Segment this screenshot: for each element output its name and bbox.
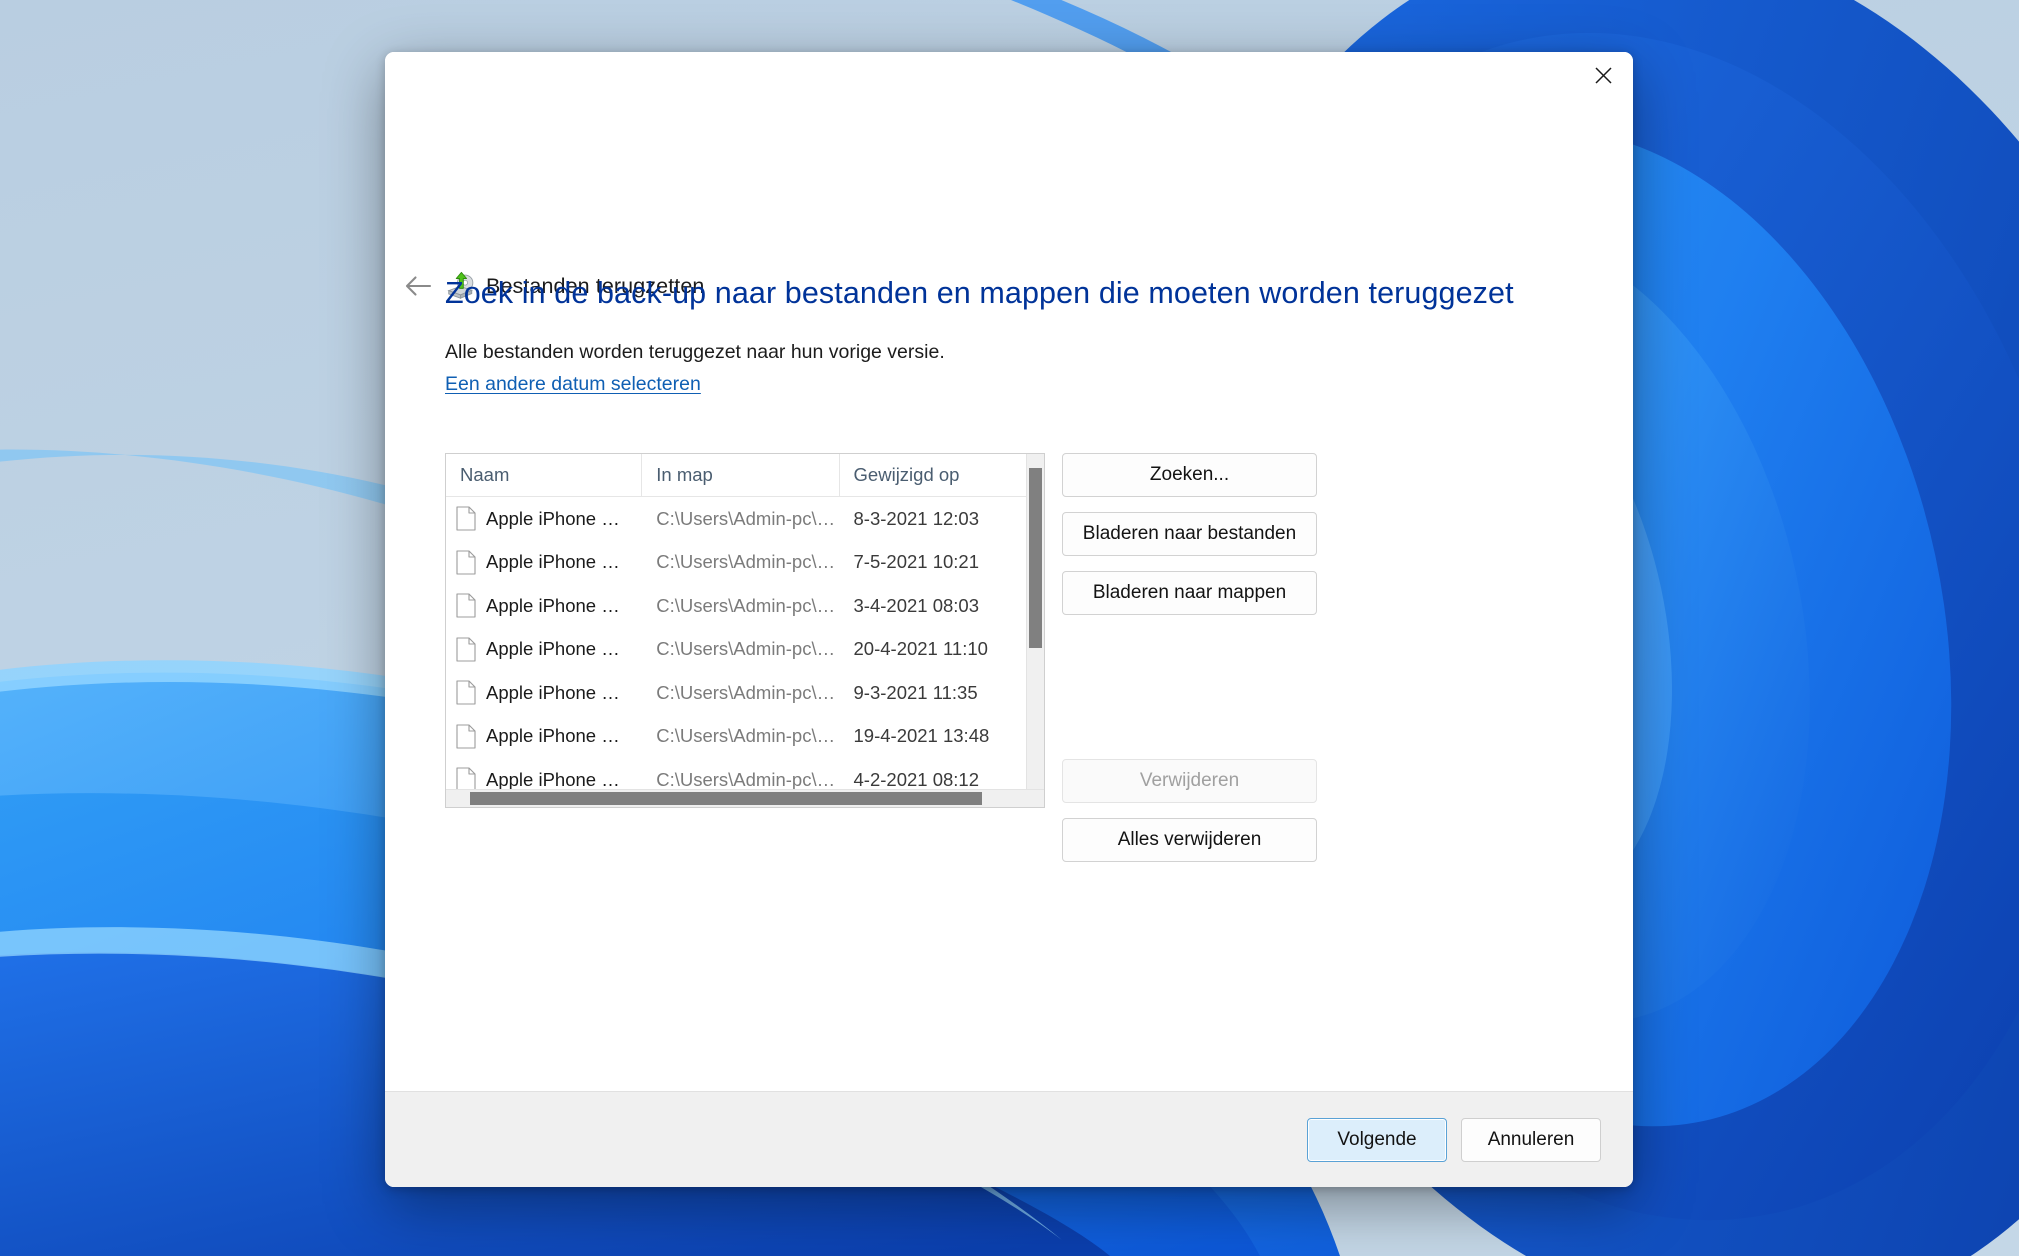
cell-name: Apple iPhone … bbox=[446, 680, 642, 705]
file-name-text: Apple iPhone … bbox=[486, 551, 620, 573]
select-other-date-link[interactable]: Een andere datum selecteren bbox=[445, 373, 701, 396]
table-row[interactable]: Apple iPhone … C:\Users\Admin-pc\… 20-4-20… bbox=[446, 628, 1026, 672]
table-row[interactable]: Apple iPhone … C:\Users\Admin-pc\… 9-3-202… bbox=[446, 671, 1026, 715]
side-button-group-bottom: Verwijderen Alles verwijderen bbox=[1062, 759, 1317, 862]
file-icon bbox=[456, 637, 476, 662]
file-icon bbox=[456, 550, 476, 575]
browse-files-button[interactable]: Bladeren naar bestanden bbox=[1062, 512, 1317, 556]
file-icon bbox=[456, 593, 476, 618]
table-row[interactable]: Apple iPhone … C:\Users\Admin-pc\… 8-3-202… bbox=[446, 497, 1026, 541]
file-name-text: Apple iPhone … bbox=[486, 594, 620, 616]
file-icon bbox=[456, 724, 476, 749]
cell-folder: C:\Users\Admin-pc\… bbox=[656, 681, 836, 703]
cell-folder: C:\Users\Admin-pc\… bbox=[656, 768, 836, 789]
side-button-group-top: Zoeken... Bladeren naar bestanden Blader… bbox=[1062, 453, 1317, 615]
cell-folder: C:\Users\Admin-pc\… bbox=[656, 551, 836, 573]
dialog-body: Bestanden terugzetten Zoek in de back-up… bbox=[385, 156, 1633, 1091]
column-header-folder[interactable]: In map bbox=[642, 454, 840, 496]
cell-name: Apple iPhone … bbox=[446, 593, 642, 618]
cell-name: Apple iPhone … bbox=[446, 767, 642, 789]
file-list-header: Naam In map Gewijzigd op bbox=[446, 454, 1026, 497]
table-row[interactable]: Apple iPhone … C:\Users\Admin-pc\… 19-4-20… bbox=[446, 715, 1026, 759]
restore-files-dialog: Bestanden terugzetten Zoek in de back-up… bbox=[385, 52, 1633, 1187]
cell-name: Apple iPhone … bbox=[446, 724, 642, 749]
file-icon bbox=[456, 680, 476, 705]
cell-folder: C:\Users\Admin-pc\… bbox=[656, 725, 836, 747]
cell-modified: 20-4-2021 11:10 bbox=[853, 638, 988, 660]
file-icon bbox=[456, 506, 476, 531]
back-button[interactable] bbox=[396, 264, 440, 308]
table-row[interactable]: Apple iPhone … C:\Users\Admin-pc\… 7-5-202… bbox=[446, 541, 1026, 585]
back-arrow-icon bbox=[405, 276, 432, 296]
vertical-scrollbar[interactable] bbox=[1026, 454, 1044, 789]
cell-name: Apple iPhone … bbox=[446, 637, 642, 662]
cell-modified: 4-2-2021 08:12 bbox=[853, 768, 980, 789]
table-row[interactable]: Apple iPhone … C:\Users\Admin-pc\… 3-4-202… bbox=[446, 584, 1026, 628]
cell-modified: 19-4-2021 13:48 bbox=[853, 725, 990, 747]
file-name-text: Apple iPhone … bbox=[486, 681, 620, 703]
cell-modified: 3-4-2021 08:03 bbox=[853, 594, 980, 616]
dialog-footer: Volgende Annuleren bbox=[385, 1091, 1633, 1187]
cell-name: Apple iPhone … bbox=[446, 550, 642, 575]
horizontal-scrollbar-thumb[interactable] bbox=[470, 792, 982, 805]
cell-name: Apple iPhone … bbox=[446, 506, 642, 531]
cell-folder: C:\Users\Admin-pc\… bbox=[656, 507, 836, 529]
cancel-button[interactable]: Annuleren bbox=[1461, 1117, 1601, 1162]
column-header-modified[interactable]: Gewijzigd op bbox=[840, 454, 1026, 496]
dialog-titlebar bbox=[385, 52, 1633, 156]
description-text: Alle bestanden worden teruggezet naar hu… bbox=[445, 341, 945, 363]
close-icon bbox=[1594, 66, 1612, 84]
file-name-text: Apple iPhone … bbox=[486, 725, 620, 747]
cell-modified: 7-5-2021 10:21 bbox=[853, 551, 980, 573]
remove-all-button[interactable]: Alles verwijderen bbox=[1062, 818, 1317, 862]
cell-modified: 8-3-2021 12:03 bbox=[853, 507, 980, 529]
file-list-rows: Apple iPhone … C:\Users\Admin-pc\… 8-3-202… bbox=[446, 497, 1026, 789]
cell-folder: C:\Users\Admin-pc\… bbox=[656, 594, 836, 616]
file-name-text: Apple iPhone … bbox=[486, 638, 620, 660]
column-header-name[interactable]: Naam bbox=[446, 454, 643, 496]
vertical-scrollbar-thumb[interactable] bbox=[1029, 468, 1042, 648]
file-list-box: Naam In map Gewijzigd op Apple iPhone … C… bbox=[445, 453, 1045, 808]
cell-folder: C:\Users\Admin-pc\… bbox=[656, 638, 836, 660]
file-icon bbox=[456, 767, 476, 789]
table-row[interactable]: Apple iPhone … C:\Users\Admin-pc\… 4-2-202… bbox=[446, 758, 1026, 789]
remove-button: Verwijderen bbox=[1062, 759, 1317, 803]
file-name-text: Apple iPhone … bbox=[486, 768, 620, 789]
file-name-text: Apple iPhone … bbox=[486, 507, 620, 529]
close-button[interactable] bbox=[1573, 52, 1633, 98]
search-button[interactable]: Zoeken... bbox=[1062, 453, 1317, 497]
browse-folders-button[interactable]: Bladeren naar mappen bbox=[1062, 571, 1317, 615]
page-title: Zoek in de back-up naar bestanden en map… bbox=[445, 276, 1514, 310]
next-button[interactable]: Volgende bbox=[1307, 1117, 1447, 1162]
horizontal-scrollbar[interactable] bbox=[446, 789, 1044, 807]
cell-modified: 9-3-2021 11:35 bbox=[853, 681, 978, 703]
